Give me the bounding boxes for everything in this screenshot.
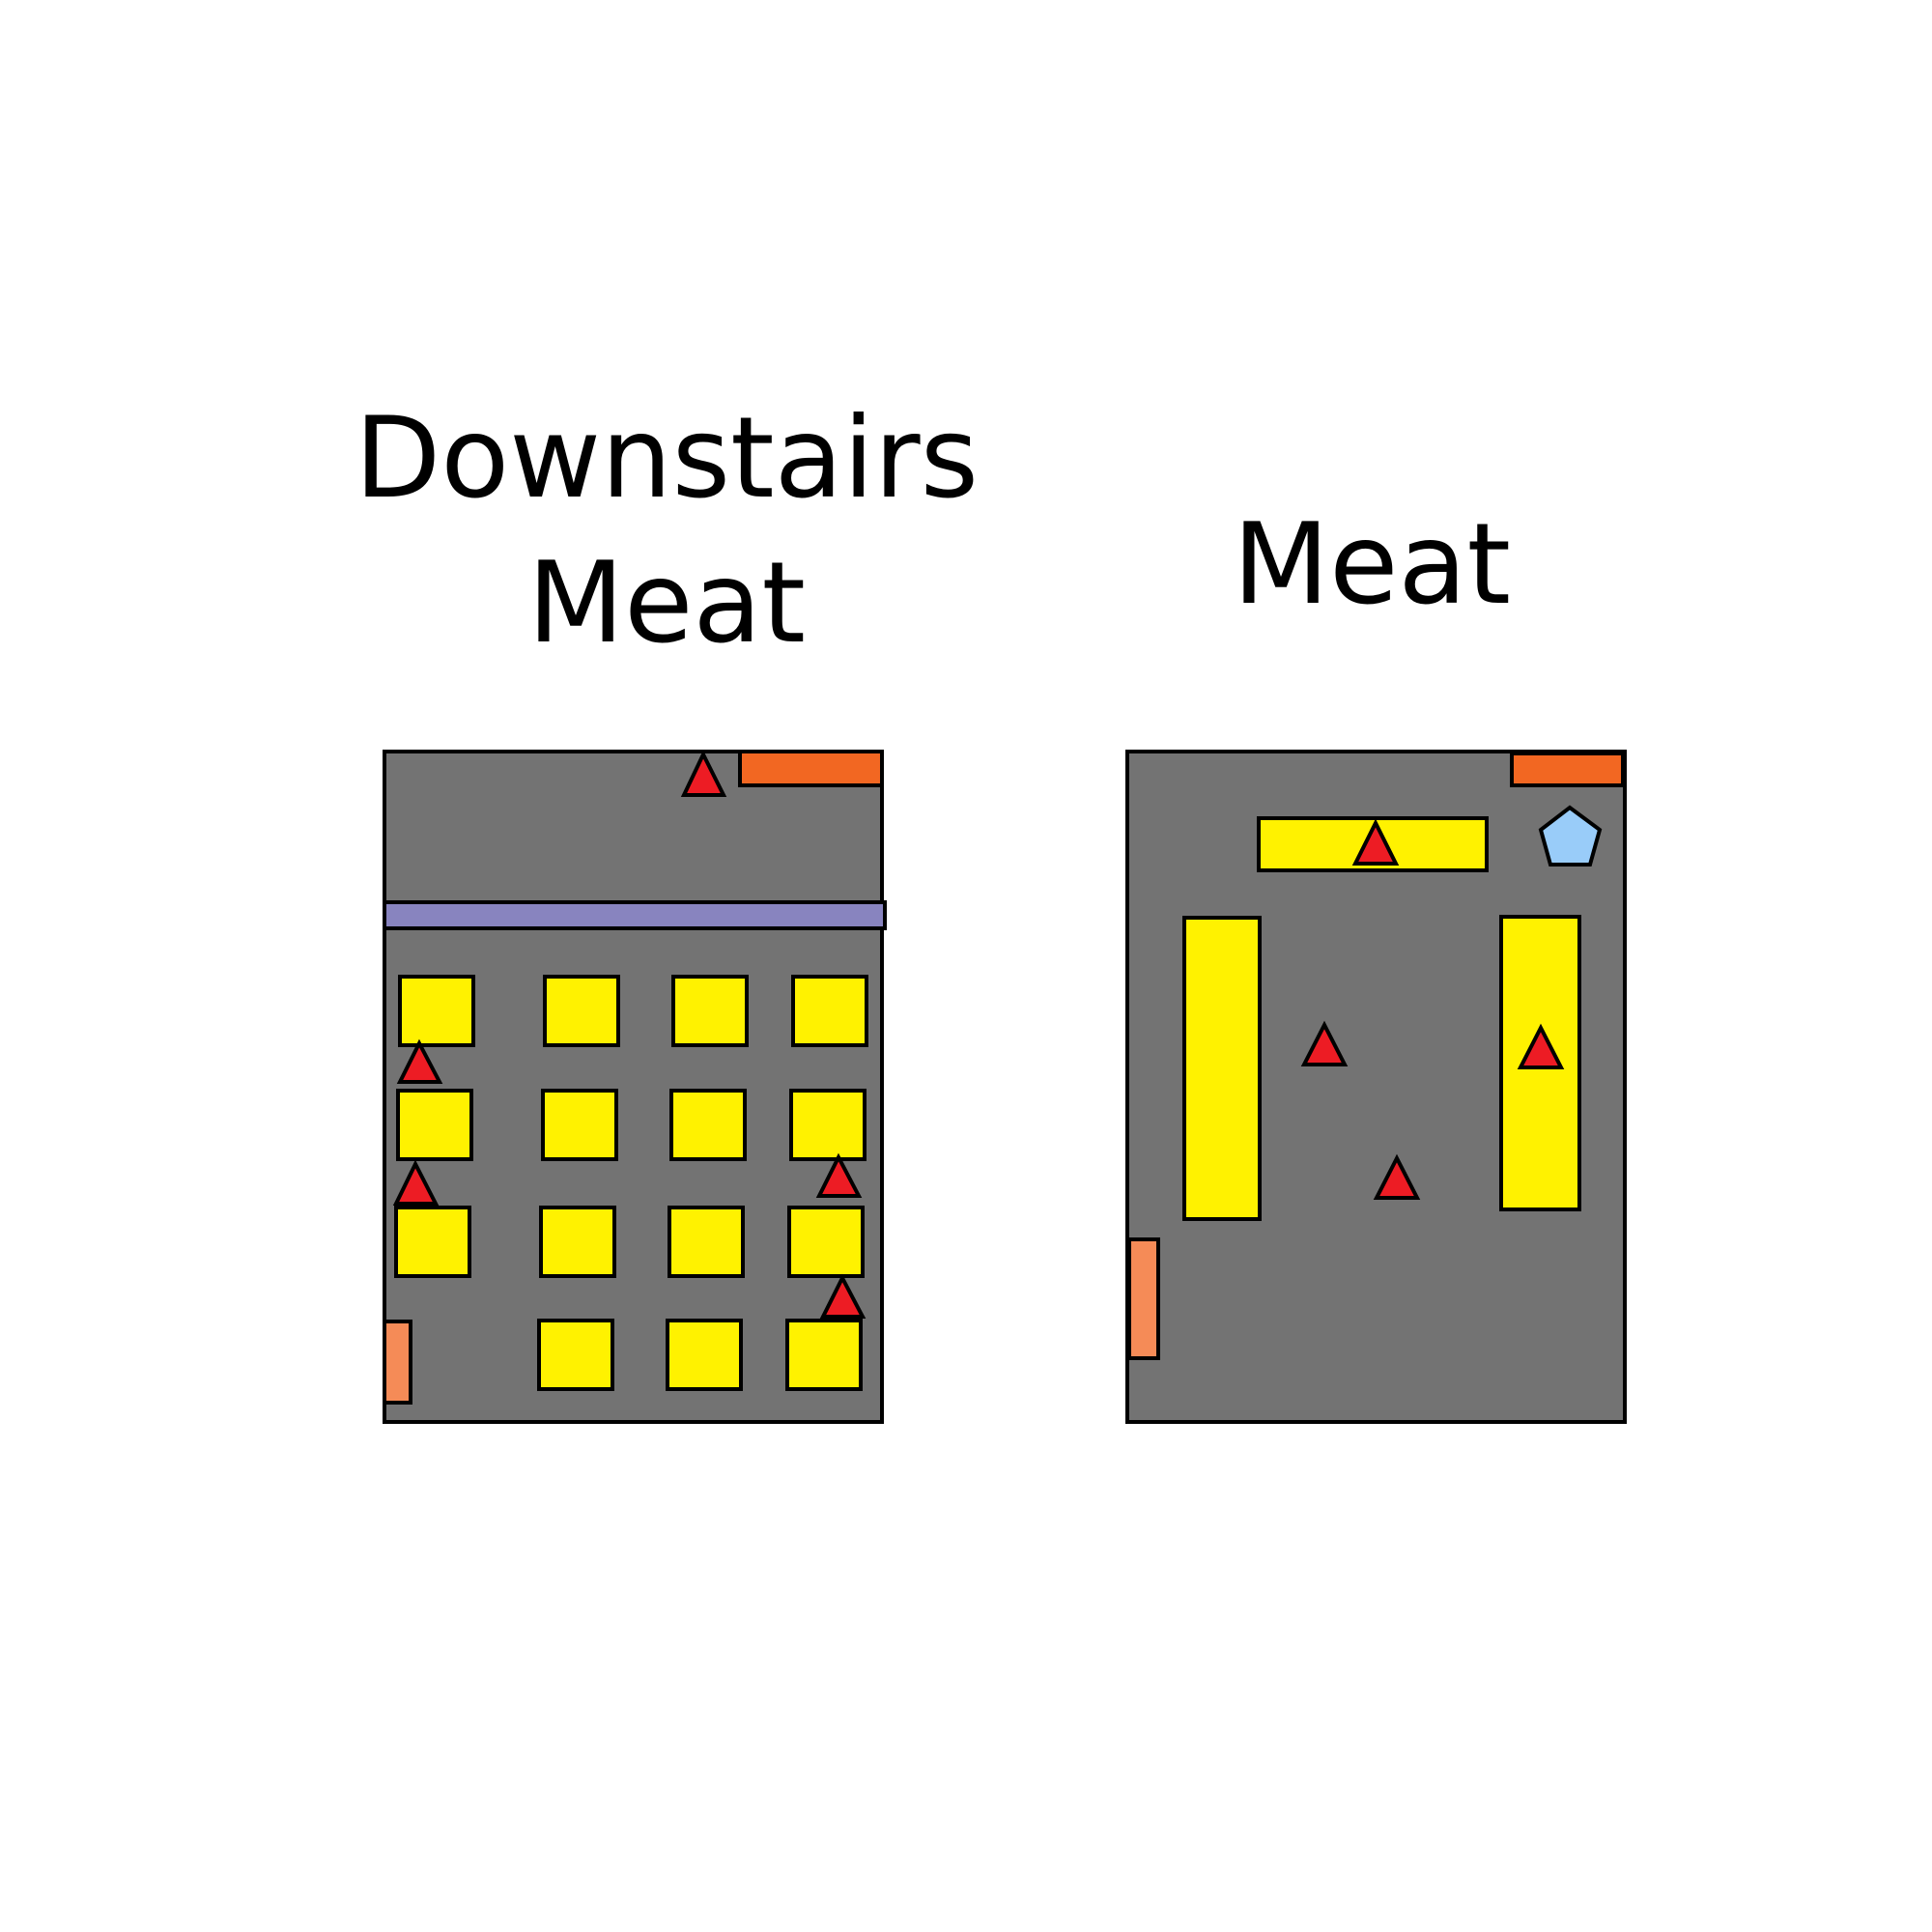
door [1127, 1237, 1160, 1360]
floorplan-downstairs-meat [383, 750, 887, 1424]
shelf [668, 1206, 745, 1278]
shelf [539, 1206, 616, 1278]
divider-bar [383, 900, 887, 930]
shelf [671, 975, 749, 1047]
shelf [537, 1319, 614, 1391]
shelf [394, 1206, 471, 1278]
shelf [543, 975, 620, 1047]
shelf [789, 1089, 867, 1161]
shelf [669, 1089, 747, 1161]
shelf [398, 975, 475, 1047]
shelf [787, 1206, 865, 1278]
counter [738, 750, 884, 787]
floorplan-meat [1125, 750, 1627, 1424]
shelf [541, 1089, 618, 1161]
floorplans-diagram [383, 750, 1627, 1424]
door [383, 1320, 412, 1405]
shelf [396, 1089, 473, 1161]
shelf [791, 975, 868, 1047]
shelf [666, 1319, 743, 1391]
shelf [785, 1319, 863, 1391]
counter [1510, 752, 1625, 787]
shelf [1182, 916, 1262, 1221]
